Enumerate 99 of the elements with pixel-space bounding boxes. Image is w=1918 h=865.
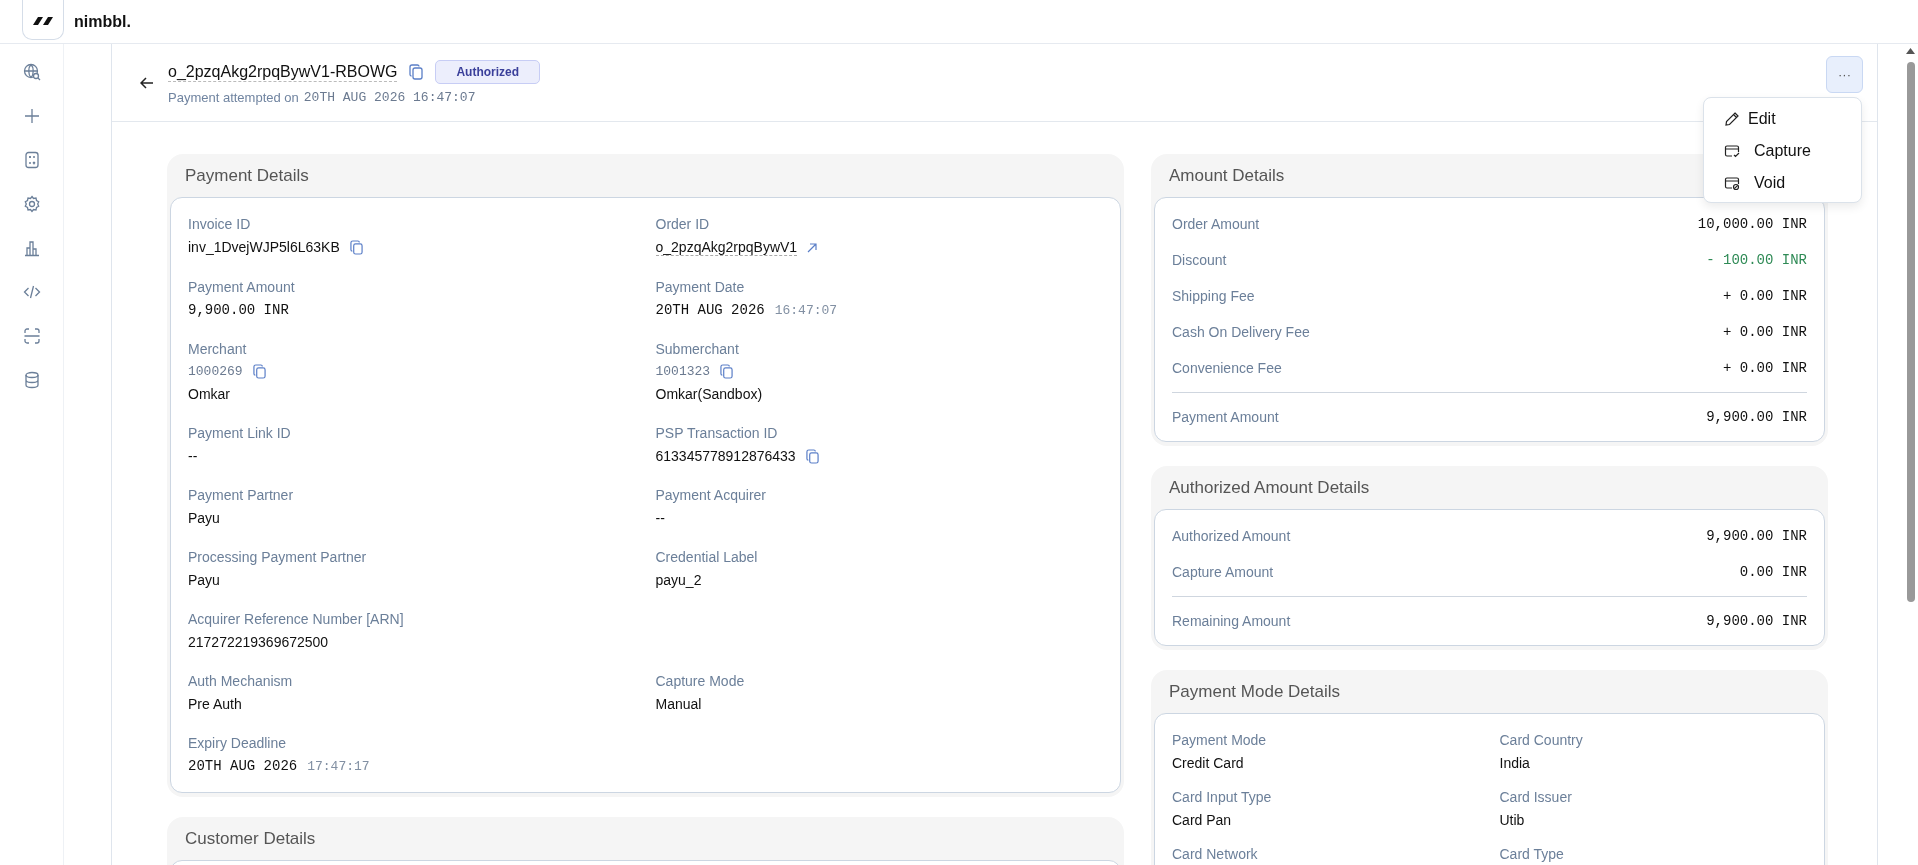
amount-label: Cash On Delivery Fee <box>1172 324 1310 340</box>
field-value: 217272219369672500 <box>188 634 329 650</box>
menu-item[interactable]: Void <box>1704 174 1861 192</box>
scroll-up-icon[interactable] <box>1906 48 1915 54</box>
time-value: 16:47:07 <box>774 302 838 318</box>
field-label: Payment Acquirer <box>655 487 766 503</box>
field-label: Card Issuer <box>1499 789 1572 805</box>
amount-label: Discount <box>1172 252 1227 268</box>
time-value: 17:47:17 <box>307 758 370 774</box>
field-value: Pre Auth <box>188 696 242 712</box>
amount-value: 9,900.00 INR <box>1706 528 1807 544</box>
total-label: Payment Amount <box>1172 409 1279 425</box>
scrollbar-thumb[interactable] <box>1907 62 1915 602</box>
bar-chart-icon[interactable] <box>22 239 41 257</box>
field-label: Payment Partner <box>188 487 294 503</box>
field-label: Expiry Deadline <box>188 735 287 751</box>
field-value: 613345778912876433 <box>655 448 796 464</box>
field-label: Card Country <box>1499 732 1583 748</box>
calculator-icon[interactable] <box>22 151 41 169</box>
field-value: -- <box>655 510 665 526</box>
logo-icon <box>22 0 64 40</box>
merchant-id: 1001323 <box>655 364 711 379</box>
field-label: Auth Mechanism <box>188 673 293 689</box>
amount-value: + 0.00 INR <box>1723 360 1807 376</box>
amount-label: Shipping Fee <box>1172 288 1255 304</box>
pencil-icon <box>1724 111 1740 127</box>
field-label: Payment Amount <box>188 279 295 295</box>
external-link-icon[interactable] <box>807 242 818 253</box>
amount-label: Convenience Fee <box>1172 360 1282 376</box>
field-label: Submerchant <box>655 341 739 357</box>
arrow-left-icon <box>140 76 154 89</box>
amount-label: Order Amount <box>1172 216 1260 232</box>
card-title: Amount Details <box>1169 166 1285 186</box>
amount-value: 0.00 INR <box>1739 564 1807 580</box>
field-label: PSP Transaction ID <box>655 425 778 441</box>
field-label: Credential Label <box>655 549 758 565</box>
menu-item[interactable]: Edit <box>1704 110 1861 128</box>
amount-value: + 0.00 INR <box>1723 288 1807 304</box>
card-title: Customer Details <box>185 829 316 849</box>
attempted-label: Payment attempted on <box>168 90 299 105</box>
total-label: Remaining Amount <box>1172 613 1291 629</box>
copy-icon[interactable] <box>349 239 363 255</box>
scan-icon[interactable] <box>22 327 41 345</box>
field-value: Credit Card <box>1172 755 1244 771</box>
merchant-name: Omkar <box>188 386 230 402</box>
amount-label: Authorized Amount <box>1172 528 1291 544</box>
merchant-id: 1000269 <box>188 364 243 379</box>
plus-icon[interactable] <box>22 107 41 125</box>
field-label: Card Type <box>1499 846 1564 862</box>
field-label: Merchant <box>188 341 247 357</box>
menu-item[interactable]: Capture <box>1704 142 1861 160</box>
globe-search-icon[interactable] <box>22 63 41 81</box>
field-label: Order ID <box>655 216 710 232</box>
field-label: Card Input Type <box>1172 789 1272 805</box>
field-value: 9,900.00 INR <box>188 302 289 318</box>
amount-value: - 100.00 INR <box>1706 252 1807 268</box>
total-value: 9,900.00 INR <box>1706 409 1807 425</box>
copy-icon[interactable] <box>252 364 266 379</box>
field-label: Capture Mode <box>655 673 745 689</box>
copy-icon[interactable] <box>409 64 424 80</box>
field-label: Processing Payment Partner <box>188 549 367 565</box>
field-value: India <box>1499 755 1530 771</box>
more-button[interactable]: ··· <box>1826 56 1863 93</box>
field-label: Invoice ID <box>188 216 251 232</box>
field-value: Manual <box>655 696 702 712</box>
brand-name: nimbbl. <box>74 12 131 31</box>
amount-value: + 0.00 INR <box>1723 324 1807 340</box>
card-cancel-icon <box>1724 175 1740 191</box>
amount-value: 10,000.00 INR <box>1697 216 1807 232</box>
field-value: Payu <box>188 572 220 588</box>
database-icon[interactable] <box>22 371 41 389</box>
field-value: Card Pan <box>1172 812 1232 828</box>
field-value: -- <box>188 448 198 464</box>
total-value: 9,900.00 INR <box>1706 613 1807 629</box>
status-badge: Authorized <box>435 60 541 84</box>
copy-icon[interactable] <box>805 448 819 464</box>
field-value: payu_2 <box>655 572 702 588</box>
attempted-date: 20TH AUG 2026 16:47:07 <box>303 90 476 105</box>
copy-icon[interactable] <box>720 364 734 379</box>
card-check-icon <box>1724 143 1740 159</box>
code-icon[interactable] <box>22 283 41 301</box>
field-value: Utib <box>1499 812 1525 828</box>
merchant-name: Omkar(Sandbox) <box>655 386 763 402</box>
date-value: 20TH AUG 2026 <box>655 302 765 318</box>
field-label: Payment Date <box>655 279 745 295</box>
payment-title: o_2pzqAkg2rpqBywV1-RBOWG <box>168 62 398 82</box>
field-label: Acquirer Reference Number [ARN] <box>188 611 404 627</box>
field-label: Payment Link ID <box>188 425 291 441</box>
amount-label: Capture Amount <box>1172 564 1274 580</box>
card-title: Payment Mode Details <box>1169 682 1341 702</box>
card-title: Authorized Amount Details <box>1169 478 1370 498</box>
field-value: inv_1DvejWJP5l6L63KB <box>188 239 340 255</box>
field-value: Payu <box>188 510 220 526</box>
field-label: Payment Mode <box>1172 732 1267 748</box>
field-label: Card Network <box>1172 846 1258 862</box>
gear-icon[interactable] <box>22 195 41 213</box>
date-value: 20TH AUG 2026 <box>188 758 298 774</box>
card-title: Payment Details <box>185 166 309 186</box>
order-link[interactable]: o_2pzqAkg2rpqBywV1 <box>655 239 798 256</box>
